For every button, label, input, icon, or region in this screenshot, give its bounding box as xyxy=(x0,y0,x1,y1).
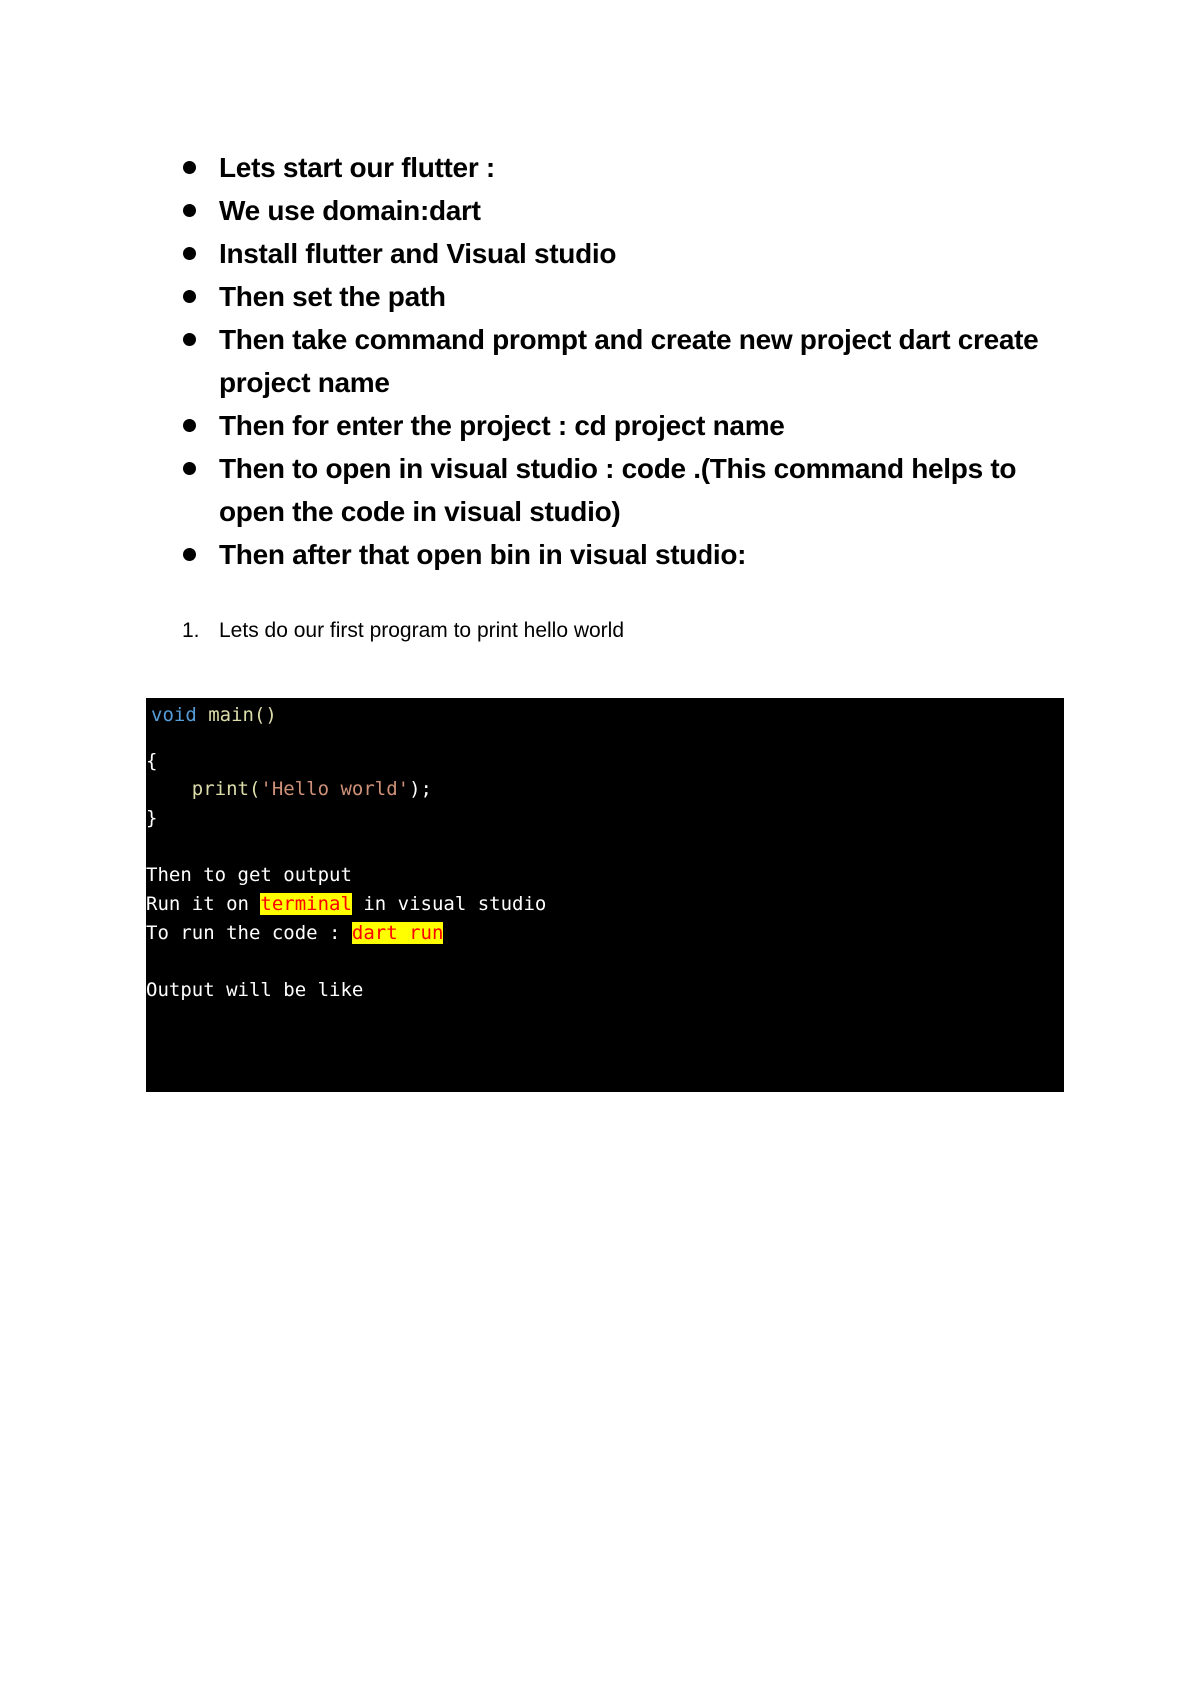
bullet-icon xyxy=(183,290,196,303)
code-print-end: ); xyxy=(409,778,432,800)
bullet-text: Then for enter the project : cd project … xyxy=(219,410,785,441)
bullet-text: Then set the path xyxy=(219,281,446,312)
bullet-list: Lets start our flutter : We use domain:d… xyxy=(180,146,1060,576)
bullet-text: Then take command prompt and create new … xyxy=(219,324,1039,398)
code-line-main: void main() xyxy=(151,704,277,726)
bullet-icon xyxy=(183,333,196,346)
bullet-icon xyxy=(183,247,196,260)
bullet-item: Then set the path xyxy=(180,275,1060,318)
code-block: void main() { print('Hello world'); } Th… xyxy=(146,698,1064,1092)
highlight-dart-run: dart run xyxy=(351,922,444,944)
numbered-list: 1. Lets do our first program to print he… xyxy=(182,616,624,646)
bullet-item: Lets start our flutter : xyxy=(180,146,1060,189)
bullet-item: Then to open in visual studio : code .(T… xyxy=(180,447,1060,533)
bullet-item: Then take command prompt and create new … xyxy=(180,318,1060,404)
code-string: 'Hello world' xyxy=(260,778,410,800)
bullet-item: Then for enter the project : cd project … xyxy=(180,404,1060,447)
numbered-item: 1. Lets do our first program to print he… xyxy=(182,616,624,646)
run-suffix: in visual studio xyxy=(351,893,547,915)
highlight-terminal: terminal xyxy=(260,893,352,915)
bullet-item: Then after that open bin in visual studi… xyxy=(180,533,1060,576)
bullet-text: We use domain:dart xyxy=(219,195,481,226)
run-prefix: Run it on xyxy=(146,893,261,915)
code-line-command: To run the code : dart run xyxy=(146,922,444,944)
bullet-text: Lets start our flutter : xyxy=(219,152,495,183)
code-print-fn: print( xyxy=(146,778,261,800)
code-line-print: print('Hello world'); xyxy=(146,778,432,800)
bullet-icon xyxy=(183,462,196,475)
code-line-output-like: Output will be like xyxy=(146,979,364,1001)
bullet-text: Install flutter and Visual studio xyxy=(219,238,617,269)
code-line-run: Run it on terminal in visual studio xyxy=(146,893,546,915)
bullet-icon xyxy=(183,161,196,174)
code-func-decl: main() xyxy=(196,704,277,726)
bullet-icon xyxy=(183,204,196,217)
code-line-open-brace: { xyxy=(146,750,158,772)
code-line-close-brace: } xyxy=(146,807,158,829)
code-line-output-intro: Then to get output xyxy=(146,864,352,886)
bullet-item: Install flutter and Visual studio xyxy=(180,232,1060,275)
list-number: 1. xyxy=(182,619,200,642)
bullet-text: Then after that open bin in visual studi… xyxy=(219,539,747,570)
bullet-item: We use domain:dart xyxy=(180,189,1060,232)
code-keyword: void xyxy=(151,704,197,726)
cmd-prefix: To run the code : xyxy=(146,922,352,944)
bullet-text: Then to open in visual studio : code .(T… xyxy=(219,453,1017,527)
bullet-icon xyxy=(183,419,196,432)
bullet-icon xyxy=(183,548,196,561)
numbered-text: Lets do our first program to print hello… xyxy=(219,619,625,642)
